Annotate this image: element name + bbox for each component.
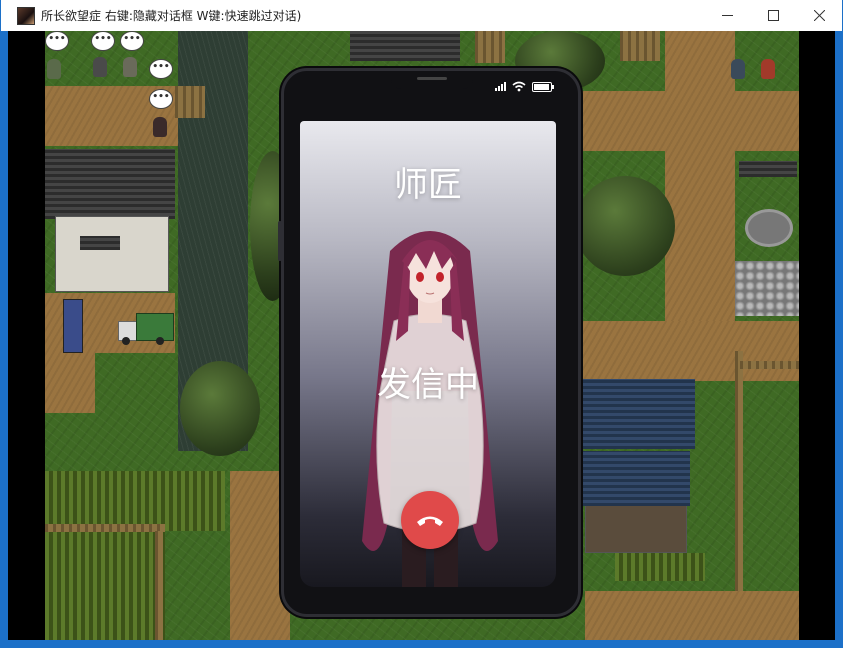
smartphone: 师匠 发信中 (278, 68, 581, 617)
dirt-road (585, 591, 799, 640)
caller-name: 师匠 (394, 165, 462, 205)
dirt-road (665, 31, 735, 331)
phone-status-bar (495, 81, 554, 92)
battery-icon (532, 81, 554, 92)
house-roof (580, 451, 690, 506)
close-button[interactable] (796, 0, 842, 31)
speech-bubble: ••• (149, 59, 173, 79)
speech-bubble: ••• (149, 89, 173, 109)
dirt-road (45, 353, 95, 413)
app-icon (17, 6, 35, 25)
npc[interactable] (123, 57, 137, 77)
window-titlebar: 所长欲望症 右键:隐藏对话框 W键:快速跳过对话) (1, 0, 842, 31)
minimize-button[interactable] (704, 0, 750, 31)
truck (118, 313, 174, 345)
window-title: 所长欲望症 右键:隐藏对话框 W键:快速跳过对话) (41, 9, 302, 23)
house-wall (585, 501, 687, 553)
stairs (475, 31, 505, 63)
speech-bubble: ••• (45, 31, 69, 51)
phone-screen: 师匠 发信中 (300, 121, 556, 587)
dirt-road (575, 321, 799, 381)
npc[interactable] (47, 59, 61, 79)
phone-speaker (417, 77, 447, 80)
phone-side-button (278, 221, 282, 261)
speech-bubble: ••• (91, 31, 115, 51)
house-roof (575, 379, 695, 449)
fence (620, 31, 660, 61)
end-call-button[interactable] (401, 491, 459, 549)
hang-up-icon (417, 516, 443, 526)
npc[interactable] (153, 117, 167, 137)
npc[interactable] (731, 59, 745, 79)
rock-pile (735, 261, 799, 316)
crop-field (45, 531, 165, 640)
wifi-icon (512, 81, 526, 92)
vending-machine (63, 299, 83, 353)
call-status: 发信中 (377, 365, 479, 405)
npc[interactable] (761, 59, 775, 79)
maximize-icon (767, 10, 779, 21)
crop-field (45, 471, 225, 531)
flower-bed (615, 553, 705, 581)
well-roof (739, 161, 797, 177)
phone-notch (391, 71, 473, 89)
fence (155, 531, 163, 640)
maximize-button[interactable] (750, 0, 796, 31)
fence (45, 524, 165, 532)
well (745, 209, 793, 247)
window-controls (704, 0, 842, 31)
close-icon (813, 10, 825, 21)
tree (180, 361, 260, 456)
npc[interactable] (93, 57, 107, 77)
house-wall (55, 216, 169, 292)
fence (740, 361, 799, 369)
wooden-bridge (175, 86, 205, 118)
fence (735, 351, 743, 591)
game-viewport[interactable]: ••• ••• ••• ••• ••• 师匠 发信中 (8, 31, 835, 640)
house-roof (45, 149, 175, 219)
house-roof (350, 31, 460, 61)
tree (575, 176, 675, 276)
house-awning (80, 236, 120, 250)
signal-icon (495, 82, 506, 91)
minimize-icon (721, 15, 733, 16)
speech-bubble: ••• (120, 31, 144, 51)
